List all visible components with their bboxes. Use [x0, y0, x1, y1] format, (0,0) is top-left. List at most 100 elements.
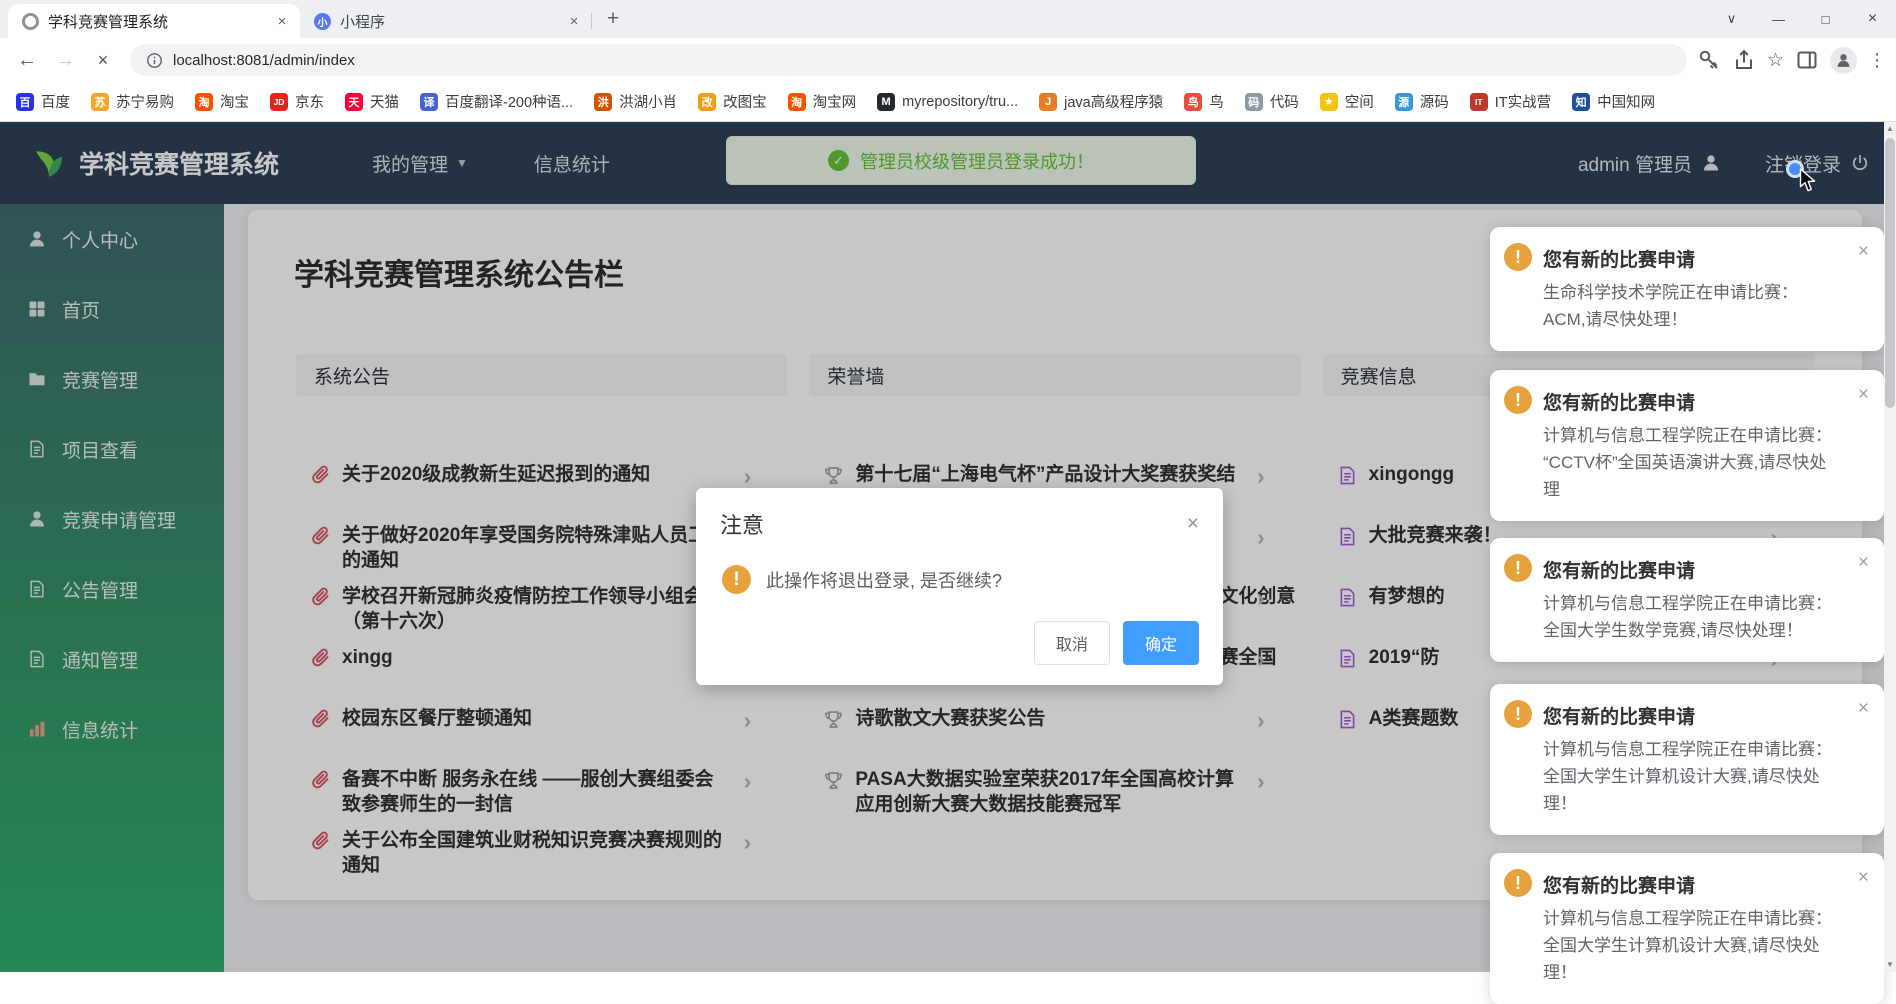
notification-toast: ! 您有新的比赛申请 × 计算机与信息工程学院正在申请比赛：全国大学生计算机设计… — [1490, 684, 1884, 835]
bookmark-label: 代码 — [1270, 91, 1299, 112]
password-key-icon[interactable] — [1697, 48, 1721, 72]
notification-close-icon[interactable]: × — [1858, 698, 1869, 720]
favicon: 知 — [1572, 93, 1590, 111]
bookmark-item[interactable]: 淘 淘宝网 — [788, 91, 857, 112]
bookmark-item[interactable]: JD 京东 — [270, 91, 324, 112]
tab-close-icon[interactable]: × — [564, 11, 584, 31]
favicon: M — [877, 93, 895, 111]
bookmark-label: 洪湖小肖 — [619, 91, 677, 112]
browser-menu-icon[interactable]: ⋮ — [1868, 50, 1882, 71]
tab-close-icon[interactable]: × — [272, 11, 292, 31]
bookmarks-bar: 百 百度 苏 苏宁易购 淘 淘宝 JD 京东 天 天猫 译 百度翻译-200种语… — [0, 82, 1896, 122]
favicon: ★ — [1320, 93, 1338, 111]
bookmark-label: myrepository/tru... — [902, 94, 1018, 110]
bookmark-item[interactable]: 百 百度 — [16, 91, 70, 112]
maximize-button[interactable]: □ — [1802, 0, 1849, 38]
scrollbar-up-arrow[interactable]: ▲ — [1884, 122, 1896, 136]
bookmark-label: 苏宁易购 — [116, 91, 174, 112]
bookmark-label: 京东 — [295, 91, 324, 112]
bookmark-label: 淘宝网 — [813, 91, 857, 112]
share-icon[interactable] — [1732, 48, 1756, 72]
notification-body: 计算机与信息工程学院正在申请比赛：“CCTV杯”全国英语演讲大赛,请尽快处理 — [1543, 422, 1833, 503]
bookmark-label: 百度翻译-200种语... — [445, 91, 573, 112]
warning-icon: ! — [1504, 700, 1532, 728]
bookmark-item[interactable]: 改 改图宝 — [698, 91, 767, 112]
warning-icon: ! — [1504, 243, 1532, 271]
bookmark-item[interactable]: 苏 苏宁易购 — [91, 91, 174, 112]
minimize-button[interactable]: — — [1755, 0, 1802, 38]
tab-strip-tabs: 学科竞赛管理系统 × 小 小程序 × — [8, 4, 592, 38]
bookmark-item[interactable]: 洪 洪湖小肖 — [594, 91, 677, 112]
favicon: 洪 — [594, 93, 612, 111]
browser-toolbar: ← → × localhost:8081/admin/index ☆ ⋮ — [0, 38, 1896, 82]
bookmark-item[interactable]: IT IT实战营 — [1470, 91, 1551, 112]
warning-icon: ! — [722, 565, 751, 594]
bookmark-item[interactable]: J java高级程序猿 — [1039, 91, 1163, 112]
notification-title: 您有新的比赛申请 — [1543, 554, 1695, 583]
forward-button[interactable]: → — [48, 43, 82, 77]
miniprogram-icon: 小 — [314, 13, 331, 30]
site-info-icon[interactable] — [146, 52, 163, 69]
bookmark-label: 改图宝 — [723, 91, 767, 112]
notification-header: ! 您有新的比赛申请 — [1504, 869, 1858, 898]
browser-tab[interactable]: 学科竞赛管理系统 × — [8, 4, 300, 38]
notification-close-icon[interactable]: × — [1858, 867, 1869, 889]
bookmark-label: 淘宝 — [220, 91, 249, 112]
notification-close-icon[interactable]: × — [1858, 552, 1869, 574]
bookmark-item[interactable]: 码 代码 — [1245, 91, 1299, 112]
scrollbar-down-arrow[interactable]: ▼ — [1884, 958, 1896, 972]
dialog-header: 注意 × — [720, 508, 1199, 540]
close-button[interactable]: × — [1849, 0, 1896, 38]
address-bar[interactable]: localhost:8081/admin/index — [130, 44, 1687, 76]
dialog-close-icon[interactable]: × — [1187, 512, 1199, 536]
page-scrollbar[interactable]: ▲ ▼ — [1884, 122, 1896, 972]
notification-title: 您有新的比赛申请 — [1543, 243, 1695, 272]
notification-toast: ! 您有新的比赛申请 × 计算机与信息工程学院正在申请比赛：全国大学生数学竞赛,… — [1490, 538, 1884, 662]
notification-title: 您有新的比赛申请 — [1543, 869, 1695, 898]
side-panel-icon[interactable] — [1795, 48, 1819, 72]
bookmark-item[interactable]: 译 百度翻译-200种语... — [420, 91, 573, 112]
scrollbar-thumb[interactable] — [1885, 138, 1895, 408]
notification-close-icon[interactable]: × — [1858, 241, 1869, 263]
favicon: 译 — [420, 93, 438, 111]
profile-avatar[interactable] — [1830, 47, 1857, 74]
bookmark-label: 空间 — [1345, 91, 1374, 112]
warning-icon: ! — [1504, 554, 1532, 582]
stop-loading-button[interactable]: × — [86, 43, 120, 77]
notification-header: ! 您有新的比赛申请 — [1504, 386, 1858, 415]
bookmark-item[interactable]: 淘 淘宝 — [195, 91, 249, 112]
bookmark-label: java高级程序猿 — [1064, 91, 1163, 112]
bookmark-label: IT实战营 — [1495, 91, 1551, 112]
tab-search-icon[interactable]: ∨ — [1708, 0, 1755, 38]
notification-close-icon[interactable]: × — [1858, 384, 1869, 406]
cancel-button[interactable]: 取消 — [1034, 621, 1110, 665]
bookmark-item[interactable]: ★ 空间 — [1320, 91, 1374, 112]
notification-toast: ! 您有新的比赛申请 × 生命科学技术学院正在申请比赛：ACM,请尽快处理！ — [1490, 227, 1884, 351]
bookmark-star-icon[interactable]: ☆ — [1767, 51, 1784, 70]
notification-toast: ! 您有新的比赛申请 × 计算机与信息工程学院正在申请比赛：“CCTV杯”全国英… — [1490, 370, 1884, 521]
bookmark-item[interactable]: 鸟 鸟 — [1184, 91, 1224, 112]
favicon: IT — [1470, 93, 1488, 111]
bookmark-item[interactable]: 源 源码 — [1395, 91, 1449, 112]
favicon: 源 — [1395, 93, 1413, 111]
bookmark-item[interactable]: 知 中国知网 — [1572, 91, 1655, 112]
bookmark-label: 源码 — [1420, 91, 1449, 112]
url-text: localhost:8081/admin/index — [173, 52, 355, 69]
mouse-cursor — [1799, 168, 1820, 198]
bookmark-item[interactable]: 天 天猫 — [345, 91, 399, 112]
new-tab-button[interactable]: + — [598, 4, 628, 34]
tab-title: 学科竞赛管理系统 — [48, 11, 263, 32]
dialog-title: 注意 — [720, 508, 764, 540]
favicon: JD — [270, 93, 288, 111]
tab-strip: 学科竞赛管理系统 × 小 小程序 × + ∨ — □ × — [0, 0, 1896, 38]
favicon: 苏 — [91, 93, 109, 111]
notification-header: ! 您有新的比赛申请 — [1504, 243, 1858, 272]
bookmark-item[interactable]: M myrepository/tru... — [877, 93, 1018, 111]
confirm-button[interactable]: 确定 — [1123, 621, 1199, 665]
toolbar-right-icons: ☆ ⋮ — [1697, 47, 1886, 74]
ring-icon — [22, 13, 39, 30]
dialog-body: ! 此操作将退出登录, 是否继续? — [722, 565, 1199, 594]
warning-icon: ! — [1504, 386, 1532, 414]
browser-tab[interactable]: 小 小程序 × — [300, 4, 592, 38]
back-button[interactable]: ← — [10, 43, 44, 77]
